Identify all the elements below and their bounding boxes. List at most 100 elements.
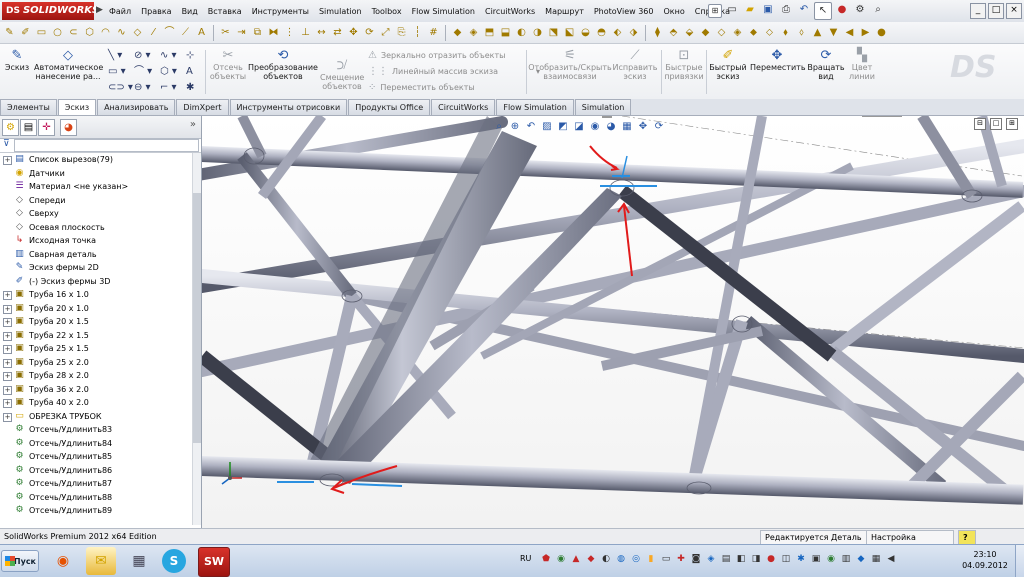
weld-icon-13[interactable]: ◀ xyxy=(842,25,857,40)
arc-icon[interactable]: ◠ xyxy=(98,25,113,40)
weld-icon-1[interactable]: ⧫ xyxy=(650,25,665,40)
weld-icon-15[interactable]: ● xyxy=(874,25,889,40)
expand-icon[interactable]: + xyxy=(3,345,12,354)
tree-item[interactable]: ◇ Сверху xyxy=(0,207,192,221)
scrollbar-thumb[interactable] xyxy=(193,193,201,443)
move-icon[interactable]: ✥ xyxy=(346,25,361,40)
skype-icon[interactable]: S xyxy=(162,549,186,573)
tray-icon-21[interactable]: ▥ xyxy=(840,553,852,565)
circle-tool[interactable]: ⊘ ▾ xyxy=(134,48,152,64)
centerline-icon[interactable]: ⁄ xyxy=(146,25,161,40)
calculator-icon[interactable]: ▦ xyxy=(124,547,154,575)
trim-entities-button[interactable]: ✂ Отсечь объекты xyxy=(208,48,248,81)
rotate-view-icon[interactable]: ⟳ xyxy=(652,120,666,134)
tree-item[interactable]: ⚙ Отсечь/Удлинить84 xyxy=(0,437,192,451)
relation-icon[interactable]: ⊥ xyxy=(298,25,313,40)
zoom-to-fit-icon[interactable]: ⌕ xyxy=(492,120,506,134)
menu-item-11[interactable]: Окно xyxy=(658,7,689,16)
tree-item[interactable]: + ▣ Труба 20 x 1.5 xyxy=(0,315,192,329)
expand-icon[interactable]: + xyxy=(3,412,12,422)
viewport-restore-icon[interactable]: □ xyxy=(990,118,1002,130)
expand-icon[interactable]: + xyxy=(3,304,12,314)
chevron-right-icon[interactable]: » xyxy=(190,119,196,130)
tray-icon-3[interactable]: ▲ xyxy=(570,553,582,565)
feature-icon-9[interactable]: ◒ xyxy=(578,25,593,40)
menu-item-5[interactable]: Simulation xyxy=(314,7,367,16)
scale-icon[interactable]: ⤢ xyxy=(378,25,393,40)
tab-8[interactable]: Simulation xyxy=(574,99,632,115)
firefox-icon[interactable]: ◉ xyxy=(48,547,78,575)
tray-icon-18[interactable]: ✱ xyxy=(795,553,807,565)
polygon-tool[interactable]: ⬡ ▾ xyxy=(160,64,177,80)
tray-icon-9[interactable]: ▭ xyxy=(660,553,672,565)
tray-icon-14[interactable]: ◧ xyxy=(735,553,747,565)
offset-entities-button[interactable]: ⟉ Смещение объектов xyxy=(320,58,364,91)
view-orientation-icon[interactable]: ◩ xyxy=(556,120,570,134)
tray-icon-15[interactable]: ◨ xyxy=(750,553,762,565)
volume-icon[interactable]: ◀ xyxy=(885,553,897,565)
feature-icon-8[interactable]: ⬕ xyxy=(562,25,577,40)
point-icon[interactable]: ◇ xyxy=(130,25,145,40)
tray-icon-16[interactable]: ● xyxy=(765,553,777,565)
weld-icon-10[interactable]: ⬨ xyxy=(794,25,809,40)
tree-item[interactable]: ◇ Осевая плоскость xyxy=(0,221,192,235)
offset-icon[interactable]: ⧉ xyxy=(250,25,265,40)
apply-scene-icon[interactable]: ▦ xyxy=(620,120,634,134)
feature-icon-1[interactable]: ◆ xyxy=(450,25,465,40)
tree-item[interactable]: ✎ Эскиз фермы 2D xyxy=(0,261,192,275)
point-tool[interactable]: ✱ xyxy=(186,80,194,96)
move-entities-button[interactable]: ⁘ Переместить объекты xyxy=(368,80,475,96)
restore-button[interactable]: □ xyxy=(988,3,1004,19)
tray-icon-1[interactable]: ⬟ xyxy=(540,553,552,565)
weld-icon-7[interactable]: ⬥ xyxy=(746,25,761,40)
circle-icon[interactable]: ○ xyxy=(50,25,65,40)
weld-icon-12[interactable]: ▼ xyxy=(826,25,841,40)
options-icon[interactable]: ⚙ xyxy=(852,2,868,18)
help-button[interactable]: ? xyxy=(958,530,976,545)
filter-input[interactable] xyxy=(14,139,199,152)
weld-icon-3[interactable]: ⬙ xyxy=(682,25,697,40)
menu-item-9[interactable]: Маршрут xyxy=(540,7,589,16)
fillet-icon[interactable]: ⌒ xyxy=(162,25,177,40)
tray-icon-10[interactable]: ✚ xyxy=(675,553,687,565)
menu-item-4[interactable]: Инструменты xyxy=(247,7,314,16)
expand-icon[interactable]: + xyxy=(3,399,12,408)
show-hide-relations-button[interactable]: ⚟ Отобразить/Скрыть взаимосвязи xyxy=(528,48,612,81)
grid-icon[interactable]: # xyxy=(426,25,441,40)
tree-item[interactable]: + ▣ Труба 40 x 2.0 xyxy=(0,396,192,410)
pin-menu-icon[interactable]: ⊞ xyxy=(708,4,722,18)
linear-pattern-button[interactable]: ⋮⋮ Линейный массив эскиза ▾ xyxy=(368,64,540,80)
feature-icon-11[interactable]: ⬖ xyxy=(610,25,625,40)
tray-icon-12[interactable]: ◈ xyxy=(705,553,717,565)
tree-item[interactable]: ⚙ Отсечь/Удлинить86 xyxy=(0,464,192,478)
spline-tool[interactable]: ∿ ▾ xyxy=(160,48,177,64)
tray-icon-19[interactable]: ▣ xyxy=(810,553,822,565)
edit-appearance-icon[interactable]: ◕ xyxy=(604,120,618,134)
rotate-icon[interactable]: ⟳ xyxy=(362,25,377,40)
tab-1[interactable]: Эскиз xyxy=(57,99,97,115)
line-tool[interactable]: ╲ ▾ xyxy=(108,48,133,64)
solidworks-logo[interactable]: DS SOLIDWORKS xyxy=(2,2,99,20)
tree-item[interactable]: ⚙ Отсечь/Удлинить88 xyxy=(0,491,192,505)
slot-icon[interactable]: ⊂ xyxy=(66,25,81,40)
expand-icon[interactable]: + xyxy=(3,372,12,381)
tree-item[interactable]: + ▣ Труба 22 x 1.5 xyxy=(0,329,192,343)
fillet-tool[interactable]: ⌐ ▾ xyxy=(160,80,177,96)
config-manager-icon[interactable]: ✛ xyxy=(38,119,55,136)
ellipse-tool[interactable]: ⊖ ▾ xyxy=(134,80,152,96)
minimize-button[interactable]: _ xyxy=(970,3,986,19)
solidworks-taskbar-icon[interactable]: SW xyxy=(198,547,230,577)
tree-item[interactable]: ⚙ Отсечь/Удлинить89 xyxy=(0,504,192,518)
menu-item-7[interactable]: Flow Simulation xyxy=(407,7,480,16)
mirror-icon[interactable]: ⧓ xyxy=(266,25,281,40)
trim-icon[interactable]: ✂ xyxy=(218,25,233,40)
section-view-icon[interactable]: ▨ xyxy=(540,120,554,134)
weld-icon-14[interactable]: ▶ xyxy=(858,25,873,40)
tab-0[interactable]: Элементы xyxy=(0,99,57,115)
tree-item[interactable]: + ▣ Труба 25 x 1.5 xyxy=(0,342,192,356)
tree-item[interactable]: + ▣ Труба 25 x 2.0 xyxy=(0,356,192,370)
rapid-sketch-button[interactable]: ✐ Быстрый эскиз xyxy=(708,48,748,81)
slot-tool[interactable]: ⊂⊃ ▾ xyxy=(108,80,133,96)
line-color-button[interactable]: ▚ Цвет линии xyxy=(846,48,878,81)
weld-icon-6[interactable]: ◈ xyxy=(730,25,745,40)
